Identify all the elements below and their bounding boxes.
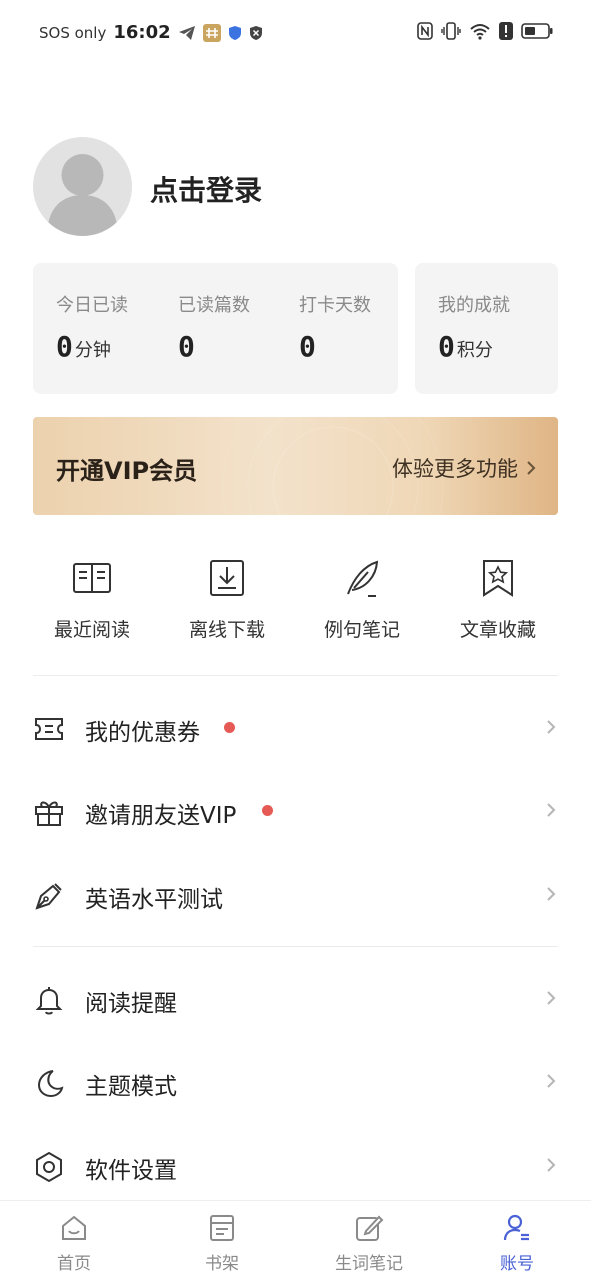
nav-home[interactable]: 首页: [14, 1213, 134, 1274]
carrier-status: SOS only: [39, 23, 107, 42]
nav-vocab-notes[interactable]: 生词笔记: [309, 1213, 429, 1274]
user-silhouette-icon: [47, 154, 118, 236]
stat-label: 今日已读: [56, 295, 128, 316]
menu-invite-friends[interactable]: 邀请朋友送VIP: [0, 781, 591, 841]
menu-theme-mode[interactable]: 主题模式: [0, 1052, 591, 1112]
login-link[interactable]: 点击登录: [150, 169, 262, 209]
bookmark-star-icon: [483, 560, 513, 597]
quick-offline-download[interactable]: 离线下载: [172, 558, 282, 642]
quick-sentence-notes[interactable]: 例句笔记: [307, 558, 417, 642]
bookshelf-icon: [210, 1215, 234, 1241]
achievement-card[interactable]: 我的成就 0 积分: [415, 263, 558, 394]
wifi-icon: [469, 22, 491, 40]
menu-label: 主题模式: [85, 1074, 177, 1100]
clock-time: 16:02: [113, 22, 171, 43]
open-book-icon: [73, 563, 111, 593]
vip-banner[interactable]: 开通VIP会员 体验更多功能: [33, 417, 558, 515]
quick-label: 文章收藏: [459, 619, 536, 641]
stat-label: 已读篇数: [178, 295, 250, 316]
vip-title: 开通VIP会员: [56, 457, 198, 485]
bell-icon: [35, 987, 63, 1015]
edit-note-icon: [356, 1215, 384, 1241]
chevron-right-icon: [547, 991, 556, 1005]
notification-dot: [224, 722, 235, 733]
chevron-right-icon: [547, 1074, 556, 1088]
shield-icon: [228, 25, 242, 41]
alert-icon: [499, 22, 513, 40]
feather-icon: [347, 560, 379, 597]
stat-unit: 积分: [456, 340, 493, 361]
gift-icon: [35, 801, 63, 826]
nav-label: 书架: [205, 1254, 239, 1274]
settings-hexagon-icon: [36, 1151, 62, 1183]
menu-label: 阅读提醒: [85, 991, 177, 1017]
quick-article-favorites[interactable]: 文章收藏: [443, 558, 553, 642]
battery-icon: [521, 22, 553, 40]
quick-label: 最近阅读: [53, 619, 130, 641]
vpn-shield-icon: [249, 25, 263, 41]
divider: [33, 675, 558, 676]
vip-cta-label: 体验更多功能: [392, 457, 518, 481]
nav-label: 生词笔记: [335, 1254, 403, 1274]
divider: [33, 946, 558, 947]
stat-value: 0: [299, 330, 316, 363]
menu-label: 英语水平测试: [85, 887, 223, 913]
stat-label: 我的成就: [438, 295, 510, 316]
stat-value: 0: [56, 330, 73, 363]
menu-english-test[interactable]: 英语水平测试: [0, 865, 591, 925]
moon-icon: [37, 1070, 64, 1098]
chevron-right-icon: [547, 1158, 556, 1172]
menu-coupons[interactable]: 我的优惠券: [0, 698, 591, 758]
notification-dot: [262, 805, 273, 816]
bottom-nav: 首页 书架 生词笔记 账号: [0, 1200, 591, 1281]
reading-stats-card: 今日已读 0 分钟 已读篇数 0 打卡天数 0: [33, 263, 398, 394]
telegram-icon: [178, 25, 196, 41]
chevron-right-icon: [547, 720, 556, 734]
avatar[interactable]: [33, 137, 132, 236]
account-icon: [503, 1214, 529, 1241]
menu-label: 软件设置: [85, 1158, 177, 1184]
chevron-right-icon: [547, 887, 556, 901]
menu-label: 邀请朋友送VIP: [85, 803, 237, 829]
home-icon: [62, 1215, 86, 1240]
status-bar: SOS only 16:02: [0, 0, 591, 66]
vip-cta[interactable]: 体验更多功能: [392, 453, 536, 483]
nav-bookshelf[interactable]: 书架: [162, 1213, 282, 1274]
menu-reading-reminder[interactable]: 阅读提醒: [0, 969, 591, 1029]
vibrate-icon: [441, 22, 461, 40]
nfc-icon: [417, 22, 433, 40]
nav-account[interactable]: 账号: [457, 1213, 577, 1274]
stat-label: 打卡天数: [299, 295, 371, 316]
nav-label: 首页: [57, 1254, 91, 1274]
chevron-right-icon: [547, 803, 556, 817]
quick-recent-reading[interactable]: 最近阅读: [37, 558, 147, 642]
download-icon: [210, 560, 244, 596]
stat-value: 0: [178, 330, 195, 363]
chevron-right-icon: [527, 461, 536, 475]
menu-label: 我的优惠券: [85, 720, 200, 746]
stat-value: 0: [438, 330, 455, 363]
ticket-icon: [35, 718, 63, 740]
stat-unit: 分钟: [74, 340, 111, 361]
quick-label: 例句笔记: [323, 619, 400, 641]
menu-app-settings[interactable]: 软件设置: [0, 1136, 591, 1196]
nav-label: 账号: [500, 1254, 534, 1274]
quick-label: 离线下载: [188, 619, 265, 641]
pen-nib-icon: [35, 883, 62, 910]
app-notification-icon: [202, 23, 221, 42]
